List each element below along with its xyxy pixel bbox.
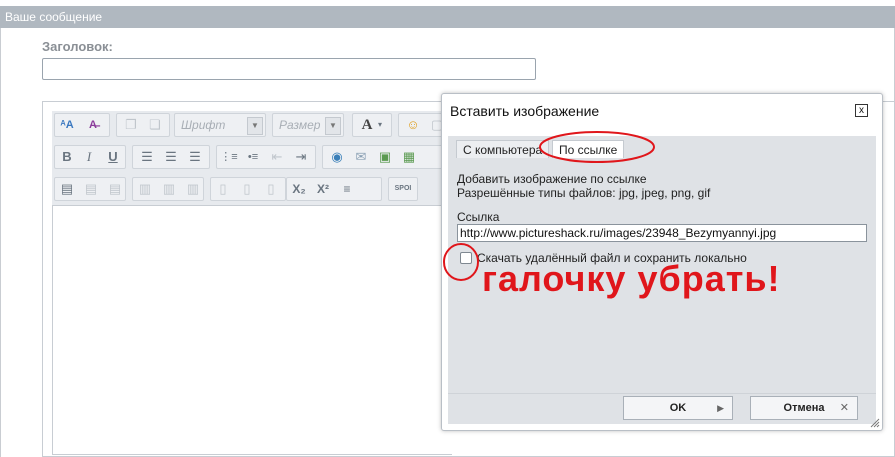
toolbar-group-table-edit: ▥ ▥ ▥ bbox=[132, 177, 204, 201]
superscript-icon[interactable]: X² bbox=[313, 178, 333, 200]
video-icon[interactable]: ▦ bbox=[399, 146, 419, 168]
dialog-desc-line-1: Добавить изображение по ссылке bbox=[457, 172, 647, 186]
copy-icon[interactable]: ❐ bbox=[121, 114, 141, 136]
smile-icon[interactable]: ☺ bbox=[403, 114, 423, 136]
align-left-icon[interactable]: ☰ bbox=[137, 146, 157, 168]
table-col-icon[interactable]: ▤ bbox=[105, 178, 125, 200]
editor-toolbar: ᴬA A̶ ❐ ❏ Шрифт ▼ Размер ▼ A ▾ ☺ ▢ B I U bbox=[52, 111, 452, 205]
toolbar-group-spoiler: SPOI bbox=[388, 177, 418, 201]
dialog-footer: OK ▶ Отмена ✕ bbox=[448, 393, 876, 424]
resize-grip-icon[interactable] bbox=[868, 416, 880, 428]
table-icon[interactable]: ▤ bbox=[57, 178, 77, 200]
toolbar-group-insert: ◉ ✉ ▣ ▦ bbox=[322, 145, 452, 169]
spoiler-icon[interactable]: SPOI bbox=[393, 178, 413, 200]
close-icon: ✕ bbox=[839, 402, 849, 414]
link-input[interactable]: http://www.pictureshack.ru/images/23948_… bbox=[457, 224, 867, 242]
panel-header: Ваше сообщение bbox=[0, 6, 895, 28]
merge-cells-icon[interactable]: ▥ bbox=[183, 178, 203, 200]
dialog-description: Добавить изображение по ссылке Разрешённ… bbox=[457, 172, 710, 200]
tab-by-link[interactable]: По ссылке bbox=[552, 140, 625, 158]
annotation-text: галочку убрать! bbox=[482, 258, 781, 299]
chevron-down-icon: ▼ bbox=[325, 117, 341, 135]
text-style-icon[interactable]: ᴬA bbox=[57, 114, 77, 136]
ok-button[interactable]: OK ▶ bbox=[623, 396, 733, 420]
indent-icon[interactable]: ⇥ bbox=[291, 146, 311, 168]
underline-icon[interactable]: U bbox=[103, 146, 123, 168]
toolbar-group-clipboard: ❐ ❏ bbox=[116, 113, 170, 137]
link-icon[interactable]: ◉ bbox=[327, 146, 347, 168]
size-combo[interactable]: Размер ▼ bbox=[272, 113, 344, 137]
insert-row-icon[interactable]: ▥ bbox=[135, 178, 155, 200]
hr-icon[interactable]: ≡ bbox=[337, 178, 357, 200]
toolbar-group-table: ▤ ▤ ▤ bbox=[54, 177, 126, 201]
arrow-right-icon: ▶ bbox=[717, 403, 724, 413]
unordered-list-icon[interactable]: •≡ bbox=[243, 146, 263, 168]
toolbar-group-align: ☰ ☰ ☰ bbox=[132, 145, 210, 169]
cell-delete-icon[interactable]: ▯ bbox=[261, 178, 281, 200]
outdent-icon[interactable]: ⇤ bbox=[267, 146, 287, 168]
image-icon[interactable]: ▣ bbox=[375, 146, 395, 168]
chevron-down-icon: ▼ bbox=[247, 117, 263, 135]
toolbar-row-1: ᴬA A̶ ❐ ❏ Шрифт ▼ Размер ▼ A ▾ ☺ ▢ bbox=[52, 111, 452, 137]
email-icon[interactable]: ✉ bbox=[351, 146, 371, 168]
title-label: Заголовок: bbox=[42, 39, 113, 54]
align-center-icon[interactable]: ☰ bbox=[161, 146, 181, 168]
bold-icon[interactable]: B bbox=[57, 146, 77, 168]
dialog-tabs: С компьютера По ссылке bbox=[448, 136, 876, 158]
chevron-down-icon[interactable]: ▾ bbox=[373, 114, 387, 136]
editor-textarea[interactable] bbox=[52, 205, 452, 455]
panel-title: Ваше сообщение bbox=[5, 10, 103, 24]
link-label: Ссылка bbox=[457, 210, 500, 224]
cancel-button[interactable]: Отмена ✕ bbox=[750, 396, 858, 420]
close-icon[interactable]: x bbox=[855, 104, 868, 117]
delete-row-icon[interactable]: ▥ bbox=[159, 178, 179, 200]
toolbar-group-format: B I U bbox=[54, 145, 126, 169]
paste-icon[interactable]: ❏ bbox=[145, 114, 165, 136]
font-combo[interactable]: Шрифт ▼ bbox=[174, 113, 266, 137]
toolbar-group-lists: ⋮≡ •≡ ⇤ ⇥ bbox=[216, 145, 316, 169]
italic-icon[interactable]: I bbox=[79, 146, 99, 168]
cancel-button-label: Отмена bbox=[783, 402, 825, 414]
split-cell-icon[interactable]: ▯ bbox=[213, 178, 233, 200]
ordered-list-icon[interactable]: ⋮≡ bbox=[219, 146, 239, 168]
dialog-title: Вставить изображение bbox=[450, 103, 600, 119]
toolbar-group-script: X₂ X² ≡ bbox=[286, 177, 382, 201]
toolbar-row-3: ▤ ▤ ▤ ▥ ▥ ▥ ▯ ▯ ▯ X₂ X² ≡ SPOI bbox=[52, 175, 452, 201]
align-right-icon[interactable]: ☰ bbox=[185, 146, 205, 168]
toolbar-group-cells: ▯ ▯ ▯ bbox=[210, 177, 286, 201]
table-row-icon[interactable]: ▤ bbox=[81, 178, 101, 200]
ok-button-label: OK bbox=[669, 402, 687, 414]
tab-from-computer[interactable]: С компьютера bbox=[456, 140, 550, 158]
remove-format-icon[interactable]: A̶ bbox=[83, 114, 103, 136]
subscript-icon[interactable]: X₂ bbox=[289, 178, 309, 200]
title-input[interactable] bbox=[42, 58, 536, 80]
toolbar-group-color: A ▾ bbox=[352, 113, 392, 137]
download-locally-checkbox[interactable] bbox=[460, 252, 472, 264]
toolbar-group-style: ᴬA A̶ bbox=[54, 113, 110, 137]
font-combo-label: Шрифт bbox=[181, 118, 226, 132]
dialog-desc-line-2: Разрешённые типы файлов: jpg, jpeg, png,… bbox=[457, 186, 711, 200]
size-combo-label: Размер bbox=[279, 118, 321, 132]
toolbar-row-2: B I U ☰ ☰ ☰ ⋮≡ •≡ ⇤ ⇥ ◉ ✉ ▣ ▦ bbox=[52, 143, 452, 169]
cell-props-icon[interactable]: ▯ bbox=[237, 178, 257, 200]
